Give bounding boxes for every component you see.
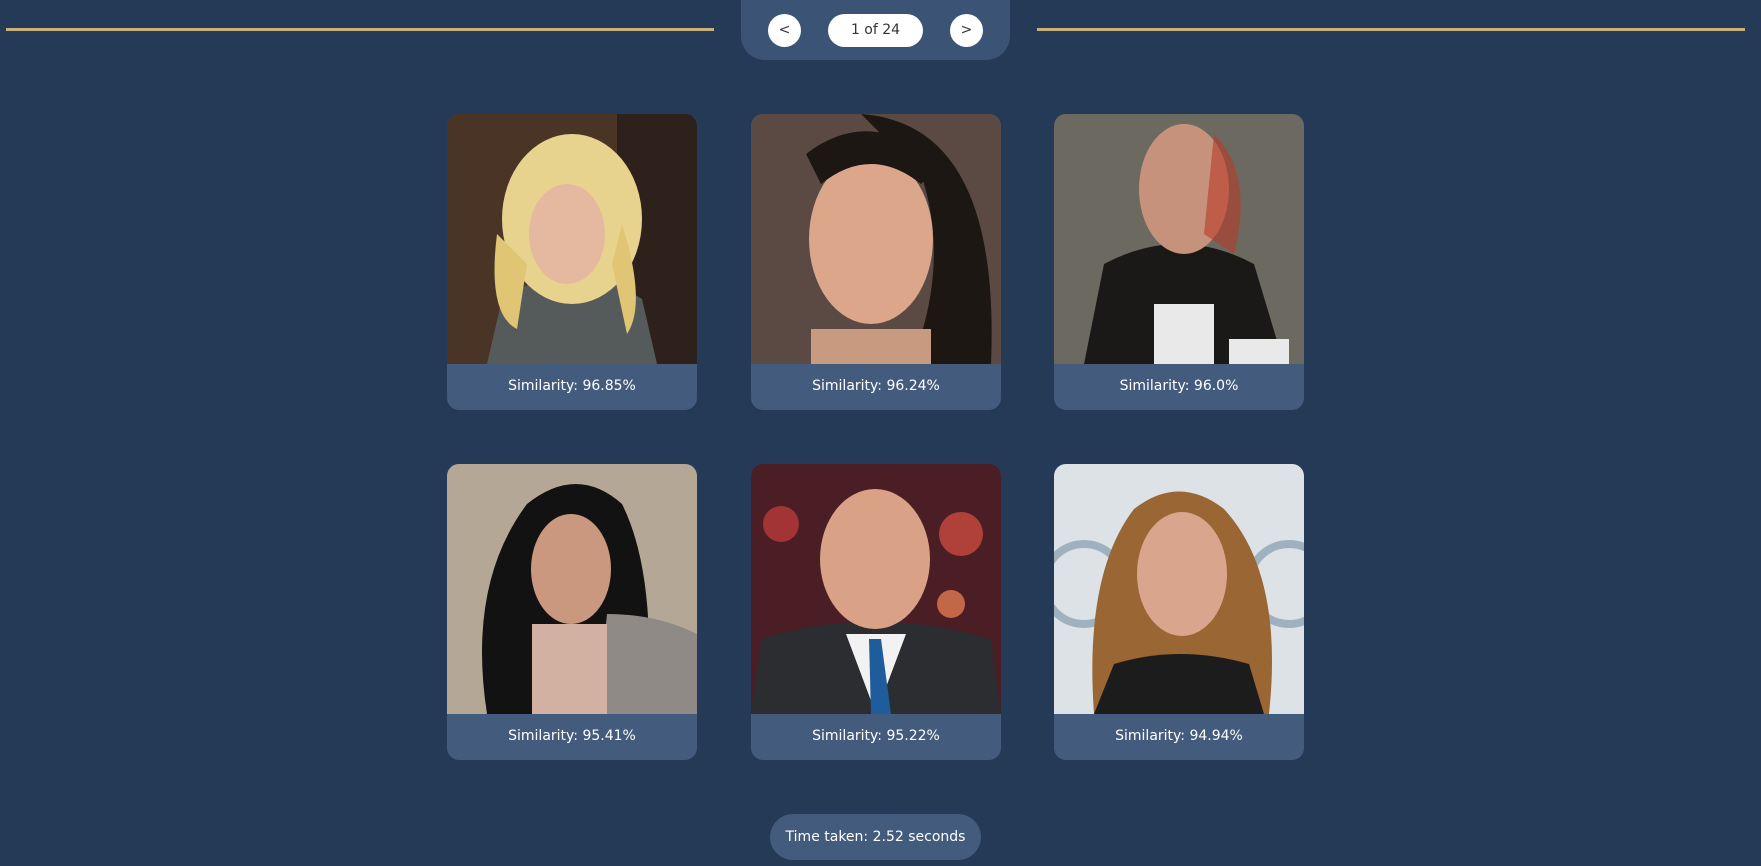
result-card[interactable]: Similarity: 94.94% — [1054, 464, 1304, 760]
similarity-label: Similarity: 96.24% — [812, 378, 940, 394]
next-page-button[interactable]: > — [950, 14, 983, 47]
results-page: < 1 of 24 > Similarity: 96.85% Similarit… — [0, 0, 1761, 866]
similarity-label: Similarity: 94.94% — [1115, 728, 1243, 744]
face-photo — [751, 464, 1001, 714]
pagination-bar: < 1 of 24 > — [741, 0, 1010, 60]
divider-left — [6, 28, 714, 31]
divider-right — [1037, 28, 1745, 31]
result-card[interactable]: Similarity: 96.24% — [751, 114, 1001, 410]
page-indicator: 1 of 24 — [828, 14, 923, 47]
face-photo — [751, 114, 1001, 364]
face-photo — [447, 114, 697, 364]
similarity-label: Similarity: 96.85% — [508, 378, 636, 394]
face-photo — [1054, 464, 1304, 714]
result-card[interactable]: Similarity: 95.22% — [751, 464, 1001, 760]
similarity-label: Similarity: 96.0% — [1119, 378, 1239, 394]
face-photo — [447, 464, 697, 714]
similarity-label: Similarity: 95.22% — [812, 728, 940, 744]
result-card[interactable]: Similarity: 96.85% — [447, 114, 697, 410]
time-taken-badge: Time taken: 2.52 seconds — [770, 814, 981, 860]
previous-page-button[interactable]: < — [768, 14, 801, 47]
result-card[interactable]: Similarity: 95.41% — [447, 464, 697, 760]
face-photo — [1054, 114, 1304, 364]
similarity-label: Similarity: 95.41% — [508, 728, 636, 744]
result-card[interactable]: Similarity: 96.0% — [1054, 114, 1304, 410]
